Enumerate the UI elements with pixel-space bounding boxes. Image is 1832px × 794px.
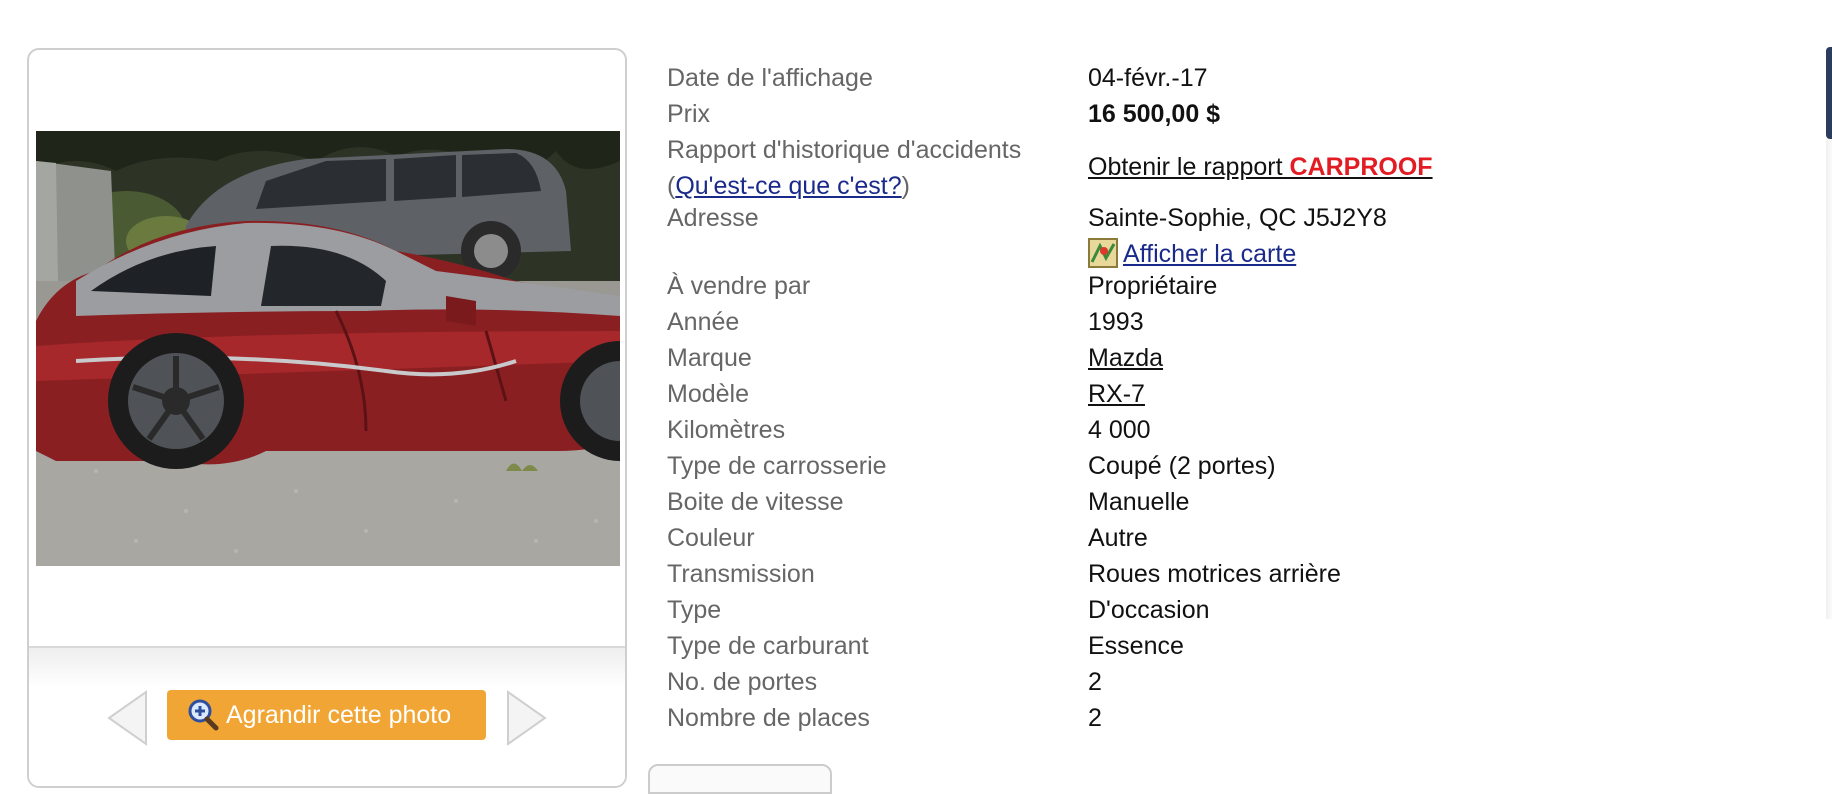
make-link[interactable]: Mazda [1088,340,1163,376]
type-value: D'occasion [1088,596,1210,624]
get-carproof-report-link[interactable]: Obtenir le rapport CARPROOF [1088,149,1433,185]
top-cut-off-icons [20,0,360,6]
right-edge-shadow [1826,139,1832,619]
make-label: Marque [667,344,752,372]
color-value: Autre [1088,524,1148,552]
enlarge-photo-label: Agrandir cette photo [226,700,452,729]
map-icon [1088,238,1118,268]
car-photo[interactable] [36,131,620,566]
gearbox-label: Boite de vitesse [667,488,844,516]
year-label: Année [667,308,740,336]
seller-label: À vendre par [667,272,811,300]
accident-help-close-paren: ) [901,172,910,200]
kilometers-label: Kilomètres [667,416,786,444]
whats-this-link[interactable]: Qu'est-ce que c'est? [675,172,901,200]
price-label: Prix [667,100,711,128]
address-label: Adresse [667,204,759,232]
doors-label: No. de portes [667,668,818,696]
drivetrain-value: Roues motrices arrière [1088,560,1341,588]
doors-value: 2 [1088,668,1102,696]
partial-button-below[interactable] [648,764,832,794]
enlarge-photo-button[interactable]: Agrandir cette photo [167,690,486,740]
type-label: Type [667,596,722,624]
date-label: Date de l'affichage [667,64,873,92]
show-map-link[interactable]: Afficher la carte [1123,240,1296,268]
chevron-left-icon [107,690,147,746]
seats-label: Nombre de places [667,704,870,732]
address-value-block: Sainte-Sophie, QC J5J2Y8 Afficher la car… [1088,200,1387,272]
right-edge-tab[interactable] [1826,47,1832,139]
kilometers-value: 4 000 [1088,416,1151,444]
seats-value: 2 [1088,704,1102,732]
photo-gallery-panel [27,48,627,788]
carproof-brand: CARPROOF [1289,153,1433,181]
color-label: Couleur [667,524,755,552]
seller-value: Propriétaire [1088,272,1218,300]
model-label: Modèle [667,380,749,408]
magnifier-plus-icon [188,699,219,731]
body-type-label: Type de carrosserie [667,452,887,480]
accident-report-label-text: Rapport d'historique d'accidents [667,136,1022,164]
get-report-text: Obtenir le rapport [1088,153,1283,181]
chevron-right-icon [507,690,547,746]
price-value: 16 500,00 $ [1088,100,1221,128]
year-value: 1993 [1088,308,1144,336]
address-value: Sainte-Sophie, QC J5J2Y8 [1088,204,1387,232]
model-link[interactable]: RX-7 [1088,376,1145,412]
gearbox-value: Manuelle [1088,488,1190,516]
next-photo-button[interactable] [506,690,548,746]
previous-photo-button[interactable] [106,690,148,746]
fuel-value: Essence [1088,632,1184,660]
body-type-value: Coupé (2 portes) [1088,452,1276,480]
fuel-label: Type de carburant [667,632,869,660]
drivetrain-label: Transmission [667,560,815,588]
accident-report-label: Rapport d'historique d'accidents (Qu'est… [667,132,1021,204]
date-value: 04-févr.-17 [1088,64,1208,92]
car-photo-image [36,131,620,566]
